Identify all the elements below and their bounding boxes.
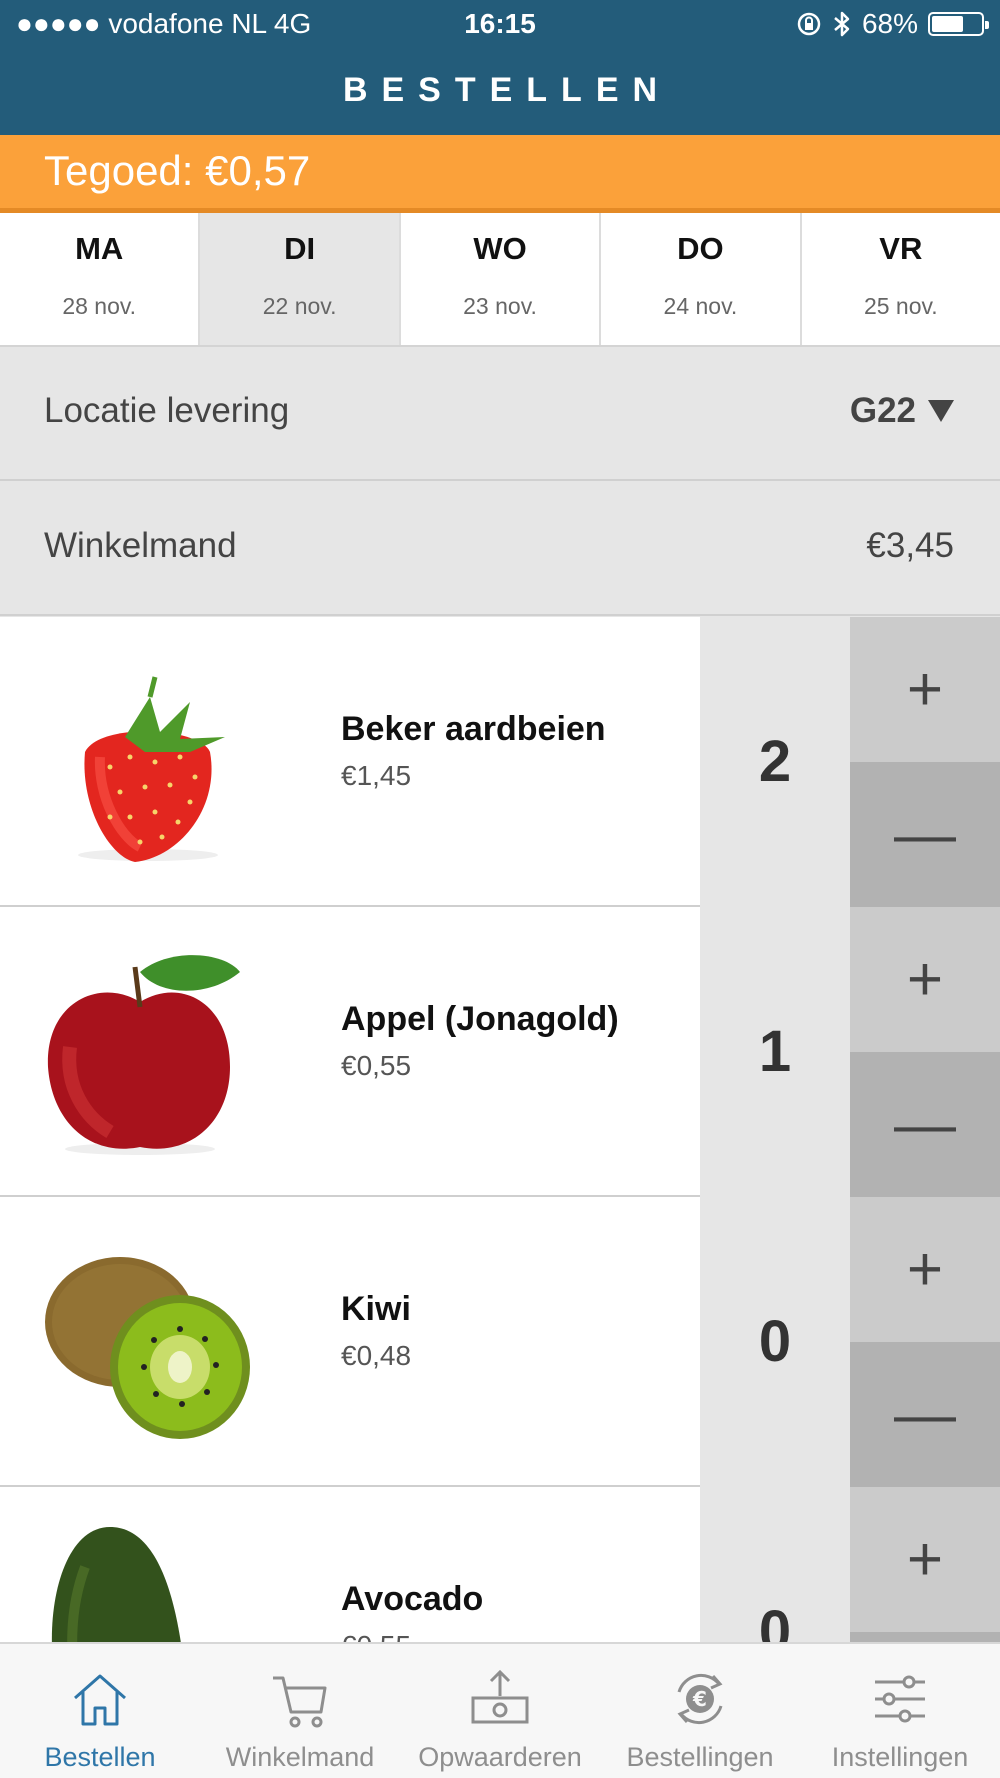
day-date: 23 nov. xyxy=(463,293,537,319)
tab-winkelmand[interactable]: Winkelmand xyxy=(200,1644,400,1778)
increase-quantity-button[interactable]: + xyxy=(850,907,1000,1052)
quantity-display: 1 xyxy=(700,907,850,1197)
day-tab-di[interactable]: DI 22 nov. xyxy=(200,213,401,345)
product-row: Avocado €0,55 0 + — xyxy=(0,1487,1000,1642)
cart-icon xyxy=(273,1676,327,1728)
plus-icon: + xyxy=(906,1525,944,1594)
home-icon xyxy=(74,1674,126,1726)
avocado-image xyxy=(51,1527,181,1642)
tab-label: Bestellingen xyxy=(626,1742,774,1772)
cart-summary-total: €3,45 xyxy=(866,526,954,565)
day-name: WO xyxy=(473,231,527,266)
day-name: DO xyxy=(677,231,724,266)
day-name: DI xyxy=(284,231,316,266)
tab-label: Winkelmand xyxy=(225,1742,375,1772)
day-date: 24 nov. xyxy=(663,293,738,319)
minus-icon: — xyxy=(894,800,956,869)
decrease-quantity-button[interactable]: — xyxy=(850,1052,1000,1197)
tab-instellingen[interactable]: Instellingen xyxy=(800,1644,1000,1778)
decrease-quantity-button[interactable]: — xyxy=(850,1632,1000,1642)
kiwi-image xyxy=(45,1257,250,1439)
product-price: €0,48 xyxy=(341,1340,412,1371)
day-name: VR xyxy=(879,231,923,266)
plus-icon: + xyxy=(906,655,944,724)
tab-label: Instellingen xyxy=(831,1742,969,1772)
product-name: Beker aardbeien xyxy=(341,710,606,748)
battery-icon xyxy=(928,12,989,36)
dropdown-triangle-icon xyxy=(928,400,954,422)
increase-quantity-button[interactable]: + xyxy=(850,1487,1000,1632)
location-row[interactable]: Locatie levering G22 xyxy=(0,347,1000,481)
day-tab-vr[interactable]: VR 25 nov. xyxy=(801,213,1000,345)
plus-icon: + xyxy=(906,1235,944,1304)
cart-summary-row[interactable]: Winkelmand €3,45 xyxy=(0,482,1000,616)
apple-image xyxy=(47,955,240,1155)
orientation-lock-icon xyxy=(797,12,821,36)
day-tab-wo[interactable]: WO 23 nov. xyxy=(400,213,602,345)
product-price: €1,45 xyxy=(341,760,412,791)
location-value: G22 xyxy=(849,391,916,430)
increase-quantity-button[interactable]: + xyxy=(850,1197,1000,1342)
day-tab-do[interactable]: DO 24 nov. xyxy=(601,213,802,345)
quantity-display: 0 xyxy=(700,1197,850,1487)
navigation-bar: BESTELLEN xyxy=(0,50,1000,135)
day-date: 25 nov. xyxy=(863,293,938,319)
day-name: MA xyxy=(75,231,124,266)
location-label: Locatie levering xyxy=(44,391,290,430)
credit-banner: Tegoed: €0,57 xyxy=(0,135,1000,213)
tab-label: Opwaarderen xyxy=(418,1742,582,1772)
bluetooth-icon xyxy=(834,11,850,37)
decrease-quantity-button[interactable]: — xyxy=(850,1342,1000,1487)
product-price: €0,55 xyxy=(341,1630,411,1642)
minus-icon: — xyxy=(894,1090,956,1159)
product-name: Kiwi xyxy=(341,1290,411,1328)
day-date: 28 nov. xyxy=(62,293,137,319)
day-tab-ma[interactable]: MA 28 nov. xyxy=(0,213,201,345)
status-right: 68% xyxy=(796,8,989,40)
euro-orders-icon: € xyxy=(677,1673,723,1725)
quantity-display: 0 xyxy=(700,1487,850,1642)
plus-icon: + xyxy=(906,945,944,1014)
minus-icon: — xyxy=(894,1380,956,1449)
day-selector: MA 28 nov. DI 22 nov. WO 23 nov. DO 24 n… xyxy=(0,213,1000,347)
location-dropdown[interactable]: G22 xyxy=(850,391,954,431)
status-bar: ●●●●● vodafone NL 4G 16:15 68% xyxy=(0,0,1000,50)
increase-quantity-button[interactable]: + xyxy=(850,617,1000,762)
tab-label: Bestellen xyxy=(44,1742,156,1772)
product-name: Avocado xyxy=(341,1580,484,1618)
page-title: BESTELLEN xyxy=(342,71,672,109)
battery-percent: 68% xyxy=(861,8,918,39)
product-row: Kiwi €0,48 0 + — xyxy=(0,1197,1000,1487)
product-price: €0,55 xyxy=(341,1050,412,1081)
quantity-display: 2 xyxy=(700,617,850,907)
top-up-icon xyxy=(471,1669,529,1724)
product-list: Beker aardbeien €1,45 2 + — Appel (Jonag… xyxy=(0,617,1000,1642)
strawberry-image xyxy=(78,676,225,862)
product-row: Beker aardbeien €1,45 2 + — xyxy=(0,617,1000,907)
svg-text:€: € xyxy=(692,1687,707,1711)
product-name: Appel (Jonagold) xyxy=(341,1000,619,1038)
tab-bestellen[interactable]: Bestellen xyxy=(0,1644,200,1778)
tab-opwaarderen[interactable]: Opwaarderen xyxy=(400,1644,600,1778)
decrease-quantity-button[interactable]: — xyxy=(850,762,1000,907)
tab-bar: Bestellen Winkelmand Opwaarderen € Beste… xyxy=(0,1642,1000,1778)
product-row: Appel (Jonagold) €0,55 1 + — xyxy=(0,907,1000,1197)
tab-bestellingen[interactable]: € Bestellingen xyxy=(600,1644,800,1778)
sliders-icon xyxy=(875,1675,925,1723)
cart-summary-label: Winkelmand xyxy=(44,526,237,565)
day-date: 22 nov. xyxy=(262,293,337,319)
minus-icon: — xyxy=(850,1632,1000,1642)
